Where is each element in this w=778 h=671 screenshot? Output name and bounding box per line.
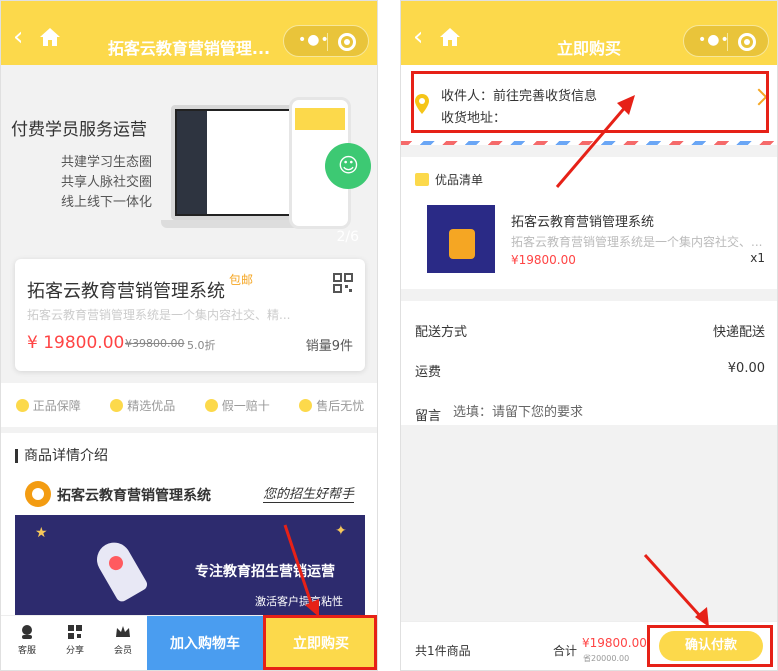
more-icon[interactable]: •●• [698,32,730,48]
brand-name: 拓客云教育营销管理系统 [57,488,211,504]
banner-heading: 付费学员服务运营 [11,120,147,140]
guarantee-item: 正品保障 [15,397,81,414]
highlight-box [411,71,769,133]
close-icon[interactable] [738,33,756,51]
product-info-card: 拓客云教育营销管理系统 包邮 拓客云教育营销管理系统是一个集内容社交、精... … [15,259,365,371]
brand-logo-icon [25,481,51,507]
goods-heading: 优品清单 [415,171,483,188]
original-price: ¥39800.00 [125,337,185,350]
guarantee-item: 精选优品 [110,397,175,414]
guarantee-bar: 正品保障 精选优品 假一赔十 售后无忧 [1,383,377,427]
bag-icon [415,173,429,186]
checkout-screen: ‹ 立即购买 •●• 收件人：前往完善收货信息 收货地址： 优品清单 拓客云教育… [400,0,778,671]
add-to-cart-button[interactable]: 加入购物车 [147,616,263,670]
share-button[interactable]: 分享 [51,624,99,656]
crown-icon [116,626,130,637]
goods-list: 优品清单 拓客云教育营销管理系统 拓客云教育营销管理系统是一个集内容社交、...… [401,157,777,289]
user-icon: ☺ [325,143,371,189]
saved-amount: 省20000.00 [583,654,630,663]
goods-price: ¥19800.00 [511,253,576,267]
banner-line: 共建学习生态圈 [61,155,153,170]
guarantee-item: 售后无忧 [299,397,364,414]
total-label: 合计 [553,644,578,658]
total-price: ¥19800.00 [582,636,647,650]
arrow-icon [643,553,709,627]
highlight-box [647,625,773,667]
banner-line: 线上线下一体化 [61,195,153,210]
delivery-value: 快递配送 [712,325,765,340]
freight-row: 运费 ¥0.00 [415,361,765,380]
shield-icon [15,398,29,412]
goods-name: 拓客云教育营销管理系统 [511,215,655,230]
section-heading: 商品详情介绍 [15,449,108,463]
qrcode-icon [68,625,82,639]
guarantee-item: 假一赔十 [204,397,270,414]
promo-image: ★ ✦ 专注教育招生营销运营 激活客户提高粘性 [15,515,365,623]
service-button[interactable]: 客服 [3,624,51,656]
product-detail-screen: ‹ 拓客云教育营销管理... •●• 付费学员服务运营 共建学习生态圈 共享人脉… [0,0,378,671]
order-options: 配送方式 快递配送 运费 ¥0.00 留言 选填：请留下您的要求 [401,301,777,425]
member-button[interactable]: 会员 [99,624,147,656]
badge-icon [110,398,124,412]
coin-icon [204,398,218,412]
discount: 5.0折 [187,339,216,352]
laptop-image [171,105,306,220]
item-count: 共1件商品 [415,644,471,658]
highlight-box [263,615,377,670]
more-icon[interactable]: •●• [298,32,330,48]
product-detail-section: 商品详情介绍 拓客云教育营销管理系统 您的招生好帮手 ★ ✦ 专注教育招生营销运… [1,433,377,623]
banner-pager: 2/6 [336,229,359,245]
note-input[interactable]: 选填：请留下您的要求 [453,401,583,420]
close-icon[interactable] [338,33,356,51]
nav-bar: ‹ 立即购买 •●• [401,1,777,65]
goods-qty: x1 [750,251,765,265]
promo-title: 专注教育招生营销运营 [195,564,335,580]
product-banner[interactable]: 付费学员服务运营 共建学习生态圈 共享人脉社交圈 线上线下一体化 ☺ 2/6 [1,65,377,251]
slogan: 您的招生好帮手 [263,483,355,503]
rocket-icon [90,536,150,604]
mini-program-capsule: •●• [283,25,369,57]
product-thumbnail [427,205,495,273]
headset-icon [22,625,32,639]
product-price: ¥ 19800.00 [27,333,125,353]
divider [401,141,777,145]
promo-subtitle: 激活客户提高粘性 [255,595,343,608]
gift-icon [299,398,313,412]
shipping-badge: 包邮 [229,273,254,287]
product-desc: 拓客云教育营销管理系统是一个集内容社交、精... [27,308,291,322]
freight-value: ¥0.00 [727,361,765,376]
goods-desc: 拓客云教育营销管理系统是一个集内容社交、... [511,235,763,249]
mini-program-capsule: •●• [683,25,769,57]
product-name: 拓客云教育营销管理系统 [27,281,225,302]
sales-count: 销量9件 [305,339,353,354]
nav-bar: ‹ 拓客云教育营销管理... •●• [1,1,377,65]
banner-line: 共享人脉社交圈 [61,175,153,190]
qrcode-icon[interactable] [333,273,353,293]
delivery-row[interactable]: 配送方式 快递配送 [415,321,765,340]
